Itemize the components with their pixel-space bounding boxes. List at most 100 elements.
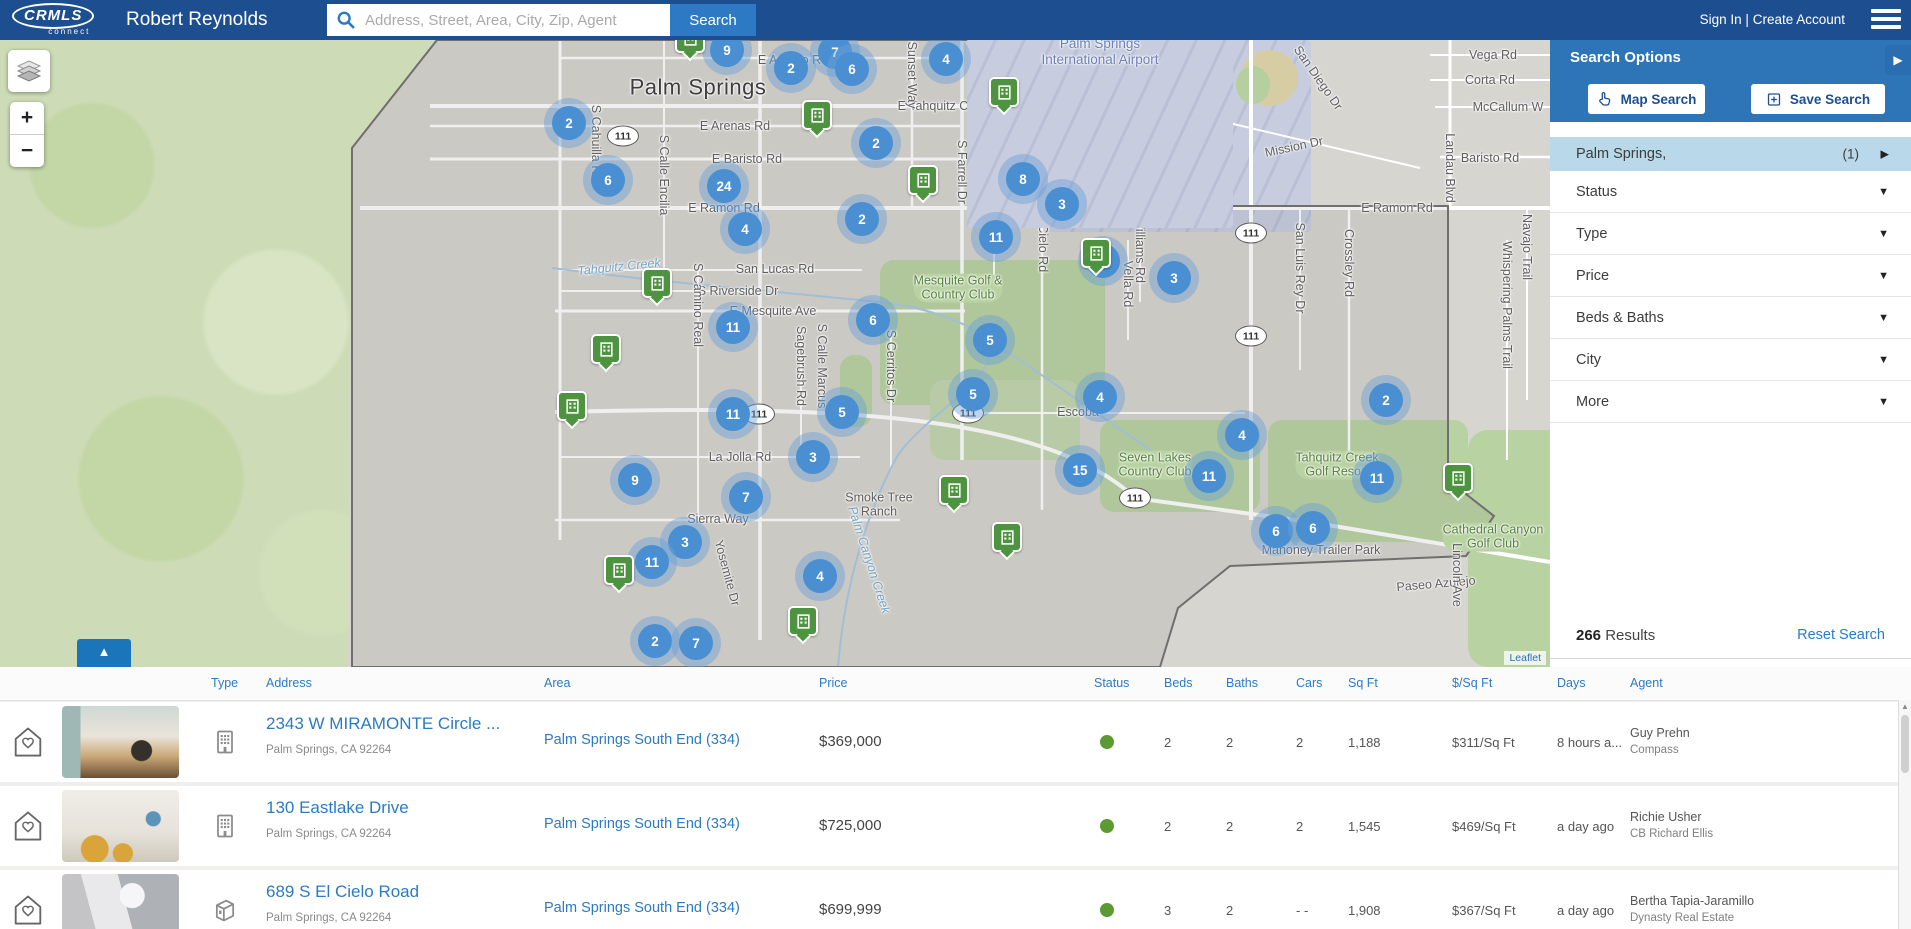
cluster-marker[interactable]: 5 — [956, 377, 990, 411]
cluster-marker[interactable]: 2 — [859, 126, 893, 160]
cluster-marker[interactable]: 24 — [707, 169, 741, 203]
column-header-sq-ft[interactable]: Sq Ft — [1348, 676, 1378, 690]
save-search-button[interactable]: Save Search — [1751, 84, 1885, 114]
search-input[interactable] — [327, 4, 670, 36]
column-header-price[interactable]: Price — [819, 676, 847, 690]
listing-pin-marker[interactable] — [557, 391, 587, 421]
column-header-beds[interactable]: Beds — [1164, 676, 1193, 690]
filter-row-status[interactable]: Status▼ — [1550, 171, 1911, 213]
reset-search-link[interactable]: Reset Search — [1797, 627, 1885, 643]
cluster-marker[interactable]: 2 — [774, 51, 808, 85]
zoom-in-button[interactable]: + — [10, 102, 44, 134]
results-scrollbar[interactable]: ▲ — [1898, 700, 1911, 929]
cluster-marker[interactable]: 6 — [835, 52, 869, 86]
scroll-thumb[interactable] — [1901, 715, 1909, 773]
cluster-marker[interactable]: 2 — [552, 106, 586, 140]
cluster-marker[interactable]: 11 — [635, 545, 669, 579]
zoom-out-button[interactable]: − — [10, 134, 44, 167]
favorite-button[interactable] — [13, 810, 43, 842]
listing-pin-marker[interactable] — [939, 475, 969, 505]
filter-row-type[interactable]: Type▼ — [1550, 213, 1911, 255]
layers-control-button[interactable] — [8, 50, 50, 92]
cluster-marker[interactable]: 4 — [803, 559, 837, 593]
listing-row[interactable]: 2343 W MIRAMONTE Circle ...Palm Springs,… — [0, 702, 1899, 782]
signin-create-account-link[interactable]: Sign In | Create Account — [1700, 0, 1845, 40]
cluster-marker[interactable]: 6 — [856, 303, 890, 337]
collapse-results-button[interactable]: ▲ — [77, 639, 131, 667]
favorite-button[interactable] — [13, 894, 43, 926]
filter-row-price[interactable]: Price▼ — [1550, 255, 1911, 297]
favorite-button[interactable] — [13, 726, 43, 758]
cluster-marker[interactable]: 3 — [668, 525, 702, 559]
cluster-marker[interactable]: 2 — [845, 202, 879, 236]
cluster-marker[interactable]: 3 — [1045, 187, 1079, 221]
cluster-marker[interactable]: 7 — [729, 480, 763, 514]
cluster-marker[interactable]: 4 — [1083, 380, 1117, 414]
listing-pin-marker[interactable] — [675, 40, 705, 53]
listing-pin-marker[interactable] — [1443, 463, 1473, 493]
cluster-marker[interactable]: 4 — [1225, 418, 1259, 452]
cluster-marker[interactable]: 9 — [710, 40, 744, 67]
cluster-marker[interactable]: 11 — [1360, 461, 1394, 495]
cluster-marker[interactable]: 11 — [1192, 459, 1226, 493]
listing-photo[interactable] — [62, 790, 179, 862]
column-header-cars[interactable]: Cars — [1296, 676, 1322, 690]
listing-pin-marker[interactable] — [788, 606, 818, 636]
filter-row-beds-baths[interactable]: Beds & Baths▼ — [1550, 297, 1911, 339]
address-link[interactable]: 130 Eastlake Drive — [266, 798, 409, 818]
cluster-marker[interactable]: 6 — [1259, 514, 1293, 548]
cluster-marker[interactable]: 6 — [1296, 511, 1330, 545]
cluster-marker[interactable]: 8 — [1006, 162, 1040, 196]
cluster-marker[interactable]: 5 — [973, 323, 1007, 357]
cluster-marker[interactable]: 3 — [1157, 261, 1191, 295]
address-link[interactable]: 689 S El Cielo Road — [266, 882, 419, 902]
column-header--sq-ft[interactable]: $/Sq Ft — [1452, 676, 1492, 690]
scroll-up-arrow[interactable]: ▲ — [1899, 700, 1911, 713]
listing-photo[interactable] — [62, 706, 179, 778]
listing-row[interactable]: 689 S El Cielo RoadPalm Springs, CA 9226… — [0, 870, 1899, 929]
cluster-marker[interactable]: 11 — [979, 220, 1013, 254]
column-header-area[interactable]: Area — [544, 676, 570, 690]
listing-pin-marker[interactable] — [1081, 238, 1111, 268]
column-header-days[interactable]: Days — [1557, 676, 1585, 690]
listing-pin-marker[interactable] — [642, 268, 672, 298]
cluster-marker[interactable]: 2 — [638, 624, 672, 658]
cluster-marker[interactable]: 11 — [716, 310, 750, 344]
cluster-marker[interactable]: 7 — [679, 626, 713, 660]
cluster-marker[interactable]: 4 — [929, 42, 963, 76]
crmls-logo[interactable]: CRMLS connect — [12, 3, 94, 36]
cluster-marker[interactable]: 3 — [796, 440, 830, 474]
filter-row-city[interactable]: City▼ — [1550, 339, 1911, 381]
cluster-marker[interactable]: 9 — [618, 463, 652, 497]
cluster-marker[interactable]: 15 — [1063, 453, 1097, 487]
cluster-marker[interactable]: 2 — [1369, 383, 1403, 417]
area-link[interactable]: Palm Springs South End (334) — [544, 732, 740, 748]
map-canvas[interactable]: Palm SpringsE Amado RdE Tahquitz CanyonE… — [0, 40, 1550, 667]
address-link[interactable]: 2343 W MIRAMONTE Circle ... — [266, 714, 500, 734]
cluster-marker[interactable]: 11 — [716, 397, 750, 431]
map-search-button[interactable]: Map Search — [1588, 84, 1705, 114]
cluster-marker[interactable]: 5 — [825, 395, 859, 429]
area-link[interactable]: Palm Springs South End (334) — [544, 900, 740, 916]
listing-pin-marker[interactable] — [591, 334, 621, 364]
cluster-marker[interactable]: 4 — [728, 212, 762, 246]
area-link[interactable]: Palm Springs South End (334) — [544, 816, 740, 832]
menu-icon[interactable] — [1871, 9, 1901, 31]
leaflet-attribution[interactable]: Leaflet — [1504, 651, 1546, 665]
listing-pin-marker[interactable] — [604, 555, 634, 585]
listing-row[interactable]: 130 Eastlake DrivePalm Springs, CA 92264… — [0, 786, 1899, 866]
search-button[interactable]: Search — [670, 4, 756, 36]
column-header-status[interactable]: Status — [1094, 676, 1129, 690]
listing-pin-marker[interactable] — [992, 522, 1022, 552]
listing-pin-marker[interactable] — [802, 100, 832, 130]
listing-photo[interactable] — [62, 874, 179, 929]
listing-pin-marker[interactable] — [908, 165, 938, 195]
column-header-type[interactable]: Type — [211, 676, 238, 690]
listing-pin-marker[interactable] — [989, 77, 1019, 107]
column-header-agent[interactable]: Agent — [1630, 676, 1663, 690]
column-header-address[interactable]: Address — [266, 676, 312, 690]
filter-row-more[interactable]: More▼ — [1550, 381, 1911, 423]
column-header-baths[interactable]: Baths — [1226, 676, 1258, 690]
collapse-panel-button[interactable]: ▶ — [1885, 45, 1911, 75]
filter-row-location[interactable]: Palm Springs,(1)▶ — [1550, 137, 1911, 171]
